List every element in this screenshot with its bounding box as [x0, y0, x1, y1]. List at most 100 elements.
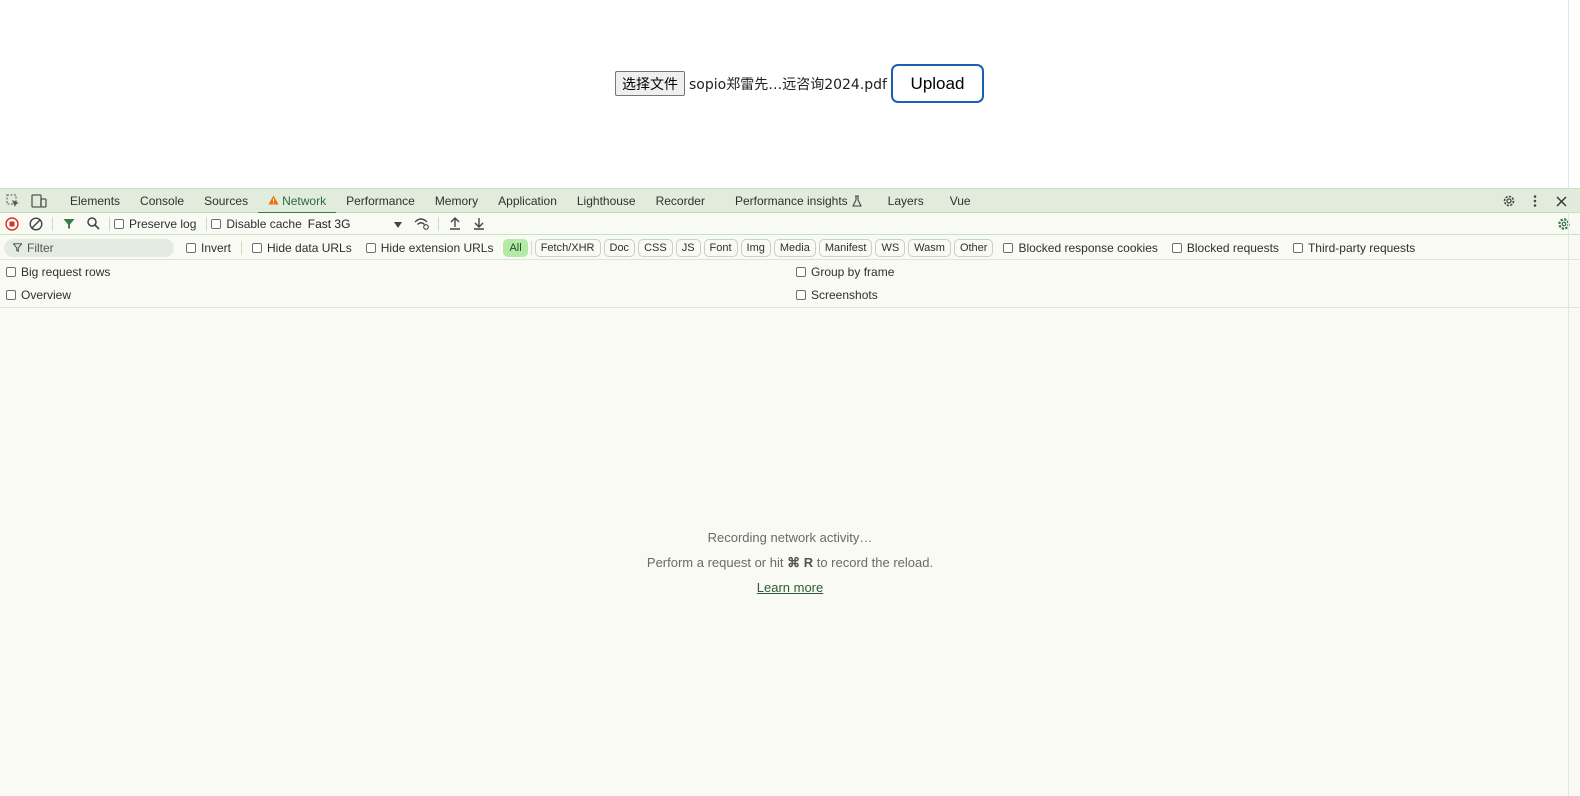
tab-application[interactable]: Application: [488, 189, 567, 213]
preserve-log-checkbox[interactable]: Preserve log: [114, 217, 196, 231]
type-filter-js[interactable]: JS: [675, 238, 701, 257]
tab-sources[interactable]: Sources: [194, 189, 258, 213]
network-conditions-icon[interactable]: [410, 212, 434, 236]
type-filter-doc[interactable]: Doc: [603, 238, 636, 257]
upload-form: 选择文件 sopio郑雷先…远咨询2024.pdf Upload: [615, 64, 984, 103]
tab-memory[interactable]: Memory: [425, 189, 488, 213]
tab-elements[interactable]: Elements: [60, 189, 130, 213]
filter-input[interactable]: Filter: [4, 238, 174, 257]
tab-label: Elements: [70, 193, 121, 208]
page-scrollbar[interactable]: [1568, 0, 1580, 188]
tab-label: Performance insights: [734, 193, 848, 208]
divider: [437, 216, 439, 231]
device-toolbar-icon[interactable]: [26, 189, 52, 213]
checkbox-box[interactable]: [796, 267, 806, 277]
checkbox-box[interactable]: [365, 242, 376, 253]
checkbox-box[interactable]: [252, 242, 263, 253]
clear-icon[interactable]: [24, 212, 48, 236]
blocked-requests-checkbox[interactable]: Blocked requests: [1171, 240, 1279, 255]
devtools-scrollbar[interactable]: [1568, 188, 1580, 796]
tab-recorder[interactable]: Recorder: [646, 189, 715, 213]
export-har-icon[interactable]: [467, 212, 491, 236]
tab-label: Performance: [346, 193, 415, 208]
search-icon[interactable]: [81, 212, 105, 236]
tab-performance-insights[interactable]: Performance insights: [725, 189, 872, 213]
checkbox-box[interactable]: [6, 290, 16, 300]
blocked-response-cookies-checkbox[interactable]: Blocked response cookies: [1003, 240, 1158, 255]
divider: [206, 216, 208, 231]
checkbox-label: Big request rows: [21, 265, 111, 279]
checkbox-box[interactable]: [1003, 242, 1014, 253]
gear-icon[interactable]: [1496, 189, 1522, 213]
record-stop-icon[interactable]: [0, 212, 24, 236]
divider: [530, 240, 532, 255]
type-filter-fetch-xhr[interactable]: Fetch/XHR: [534, 238, 601, 257]
throttling-select[interactable]: Fast 3G: [308, 217, 402, 231]
type-filter-wasm[interactable]: Wasm: [908, 238, 951, 257]
type-filter-font[interactable]: Font: [703, 238, 738, 257]
checkbox-label: Third-party requests: [1307, 240, 1416, 255]
type-filter-ws[interactable]: WS: [875, 238, 906, 257]
checkbox-box[interactable]: [1292, 242, 1303, 253]
checkbox-label: Invert: [201, 240, 232, 255]
checkbox-label: Preserve log: [129, 216, 197, 231]
inspect-element-icon[interactable]: [0, 189, 26, 213]
checkbox-box[interactable]: [6, 267, 16, 277]
web-page: 选择文件 sopio郑雷先…远咨询2024.pdf Upload: [0, 0, 1580, 188]
checkbox-box[interactable]: [211, 218, 222, 229]
divider: [241, 240, 243, 255]
checkbox-box[interactable]: [1171, 242, 1182, 253]
divider: [0, 307, 1580, 308]
type-filter-media[interactable]: Media: [773, 238, 816, 257]
tab-network[interactable]: Network: [258, 189, 337, 214]
hint-prefix: Perform a request or hit: [646, 555, 784, 570]
upload-button[interactable]: Upload: [890, 64, 984, 103]
settings-row-1: Big request rows Group by frame: [0, 260, 1580, 284]
hint-suffix: to record the reload.: [816, 555, 934, 570]
invert-checkbox[interactable]: Invert: [186, 241, 231, 255]
tab-label: Memory: [434, 193, 479, 208]
overview-checkbox[interactable]: Overview: [6, 288, 71, 302]
network-filter-bar: Filter Invert Hide data URLs Hide extens…: [0, 236, 1580, 260]
reload-hint-text: Perform a request or hit ⌘ R to record t…: [0, 550, 1580, 575]
devtools-tabbar: Elements Console Sources Network Perform…: [0, 188, 1580, 214]
screenshots-checkbox[interactable]: Screenshots: [796, 288, 878, 302]
checkbox-label: Blocked requests: [1186, 240, 1279, 255]
filter-icon[interactable]: [57, 212, 81, 236]
tab-performance[interactable]: Performance: [336, 189, 425, 213]
checkbox-box[interactable]: [114, 218, 124, 229]
import-har-icon[interactable]: [443, 212, 467, 236]
tab-console[interactable]: Console: [130, 189, 194, 213]
tab-lighthouse[interactable]: Lighthouse: [567, 189, 646, 213]
reload-shortcut: ⌘ R: [787, 555, 814, 570]
tab-label: Vue: [949, 193, 971, 208]
warning-icon: [268, 194, 279, 208]
choose-file-button[interactable]: 选择文件: [615, 71, 685, 96]
checkbox-box[interactable]: [186, 242, 196, 253]
experiment-flask-icon: [851, 194, 862, 207]
hide-data-urls-checkbox[interactable]: Hide data URLs: [252, 241, 352, 255]
checkbox-box[interactable]: [796, 290, 806, 300]
checkbox-label: Blocked response cookies: [1018, 240, 1158, 255]
tab-layers[interactable]: Layers: [878, 189, 934, 213]
tab-vue[interactable]: Vue: [940, 189, 981, 213]
type-filter-manifest[interactable]: Manifest: [818, 238, 873, 257]
learn-more-link[interactable]: Learn more: [757, 580, 823, 595]
kebab-menu-icon[interactable]: [1522, 189, 1548, 213]
filter-placeholder: Filter: [27, 240, 54, 255]
type-filter-css[interactable]: CSS: [638, 238, 673, 257]
third-party-requests-checkbox[interactable]: Third-party requests: [1292, 240, 1416, 255]
hide-extension-urls-checkbox[interactable]: Hide extension URLs: [365, 241, 493, 255]
big-request-rows-checkbox[interactable]: Big request rows: [6, 265, 110, 279]
filter-funnel-icon: [12, 241, 23, 255]
type-filter-other[interactable]: Other: [953, 238, 994, 257]
recording-status-text: Recording network activity…: [707, 530, 873, 545]
throttling-value: Fast 3G: [307, 216, 351, 231]
type-filter-img[interactable]: Img: [740, 238, 771, 257]
checkbox-label: Hide data URLs: [267, 240, 352, 255]
group-by-frame-checkbox[interactable]: Group by frame: [796, 265, 894, 279]
type-filter-all[interactable]: All: [503, 238, 528, 257]
empty-state-message: Recording network activity… Perform a re…: [0, 525, 1580, 600]
disable-cache-checkbox[interactable]: Disable cache: [211, 217, 302, 231]
tab-label: Recorder: [655, 193, 705, 208]
